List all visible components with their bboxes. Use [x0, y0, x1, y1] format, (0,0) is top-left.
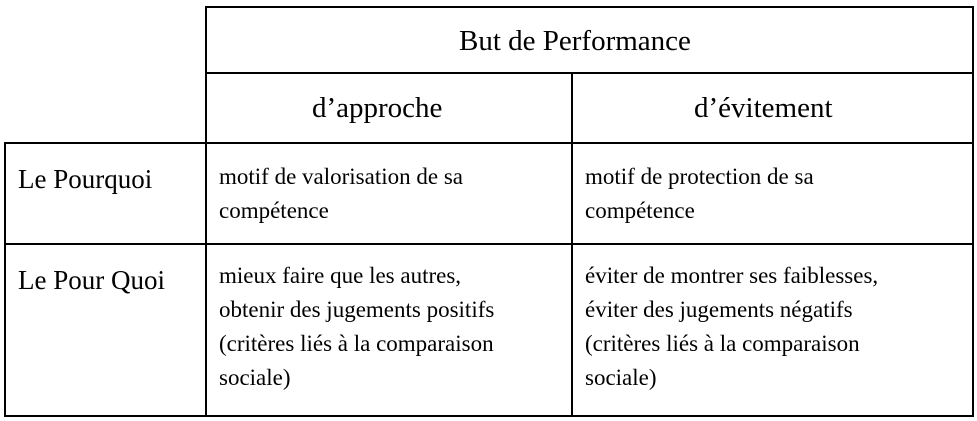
label-column-divider: [205, 6, 207, 417]
column-header-approach: d’approche: [312, 92, 443, 124]
table-border-bottom: [4, 415, 974, 417]
column-divider: [571, 72, 573, 417]
cell-pour-quoi-avoidance: éviter de montrer ses faiblesses, éviter…: [585, 263, 879, 390]
top-header-cell: But de Performance: [459, 25, 691, 57]
row-label-pour-quoi: Le Pour Quoi: [18, 265, 165, 295]
table-border-top: [205, 6, 974, 8]
cell-pour-quoi-approach: mieux faire que les autres, obtenir des …: [219, 263, 495, 390]
header-divider: [205, 72, 974, 74]
cell-pourquoi-approach: motif de valorisation de sa compétence: [219, 164, 463, 223]
row-divider-2: [4, 243, 974, 245]
table-border-left: [4, 142, 6, 417]
row-label-pourquoi: Le Pourquoi: [18, 164, 153, 194]
row-divider-1: [4, 142, 974, 144]
table-border-right: [972, 6, 974, 417]
column-header-avoidance: d’évitement: [694, 92, 833, 124]
cell-pourquoi-avoidance: motif de protection de sa compétence: [585, 164, 814, 223]
